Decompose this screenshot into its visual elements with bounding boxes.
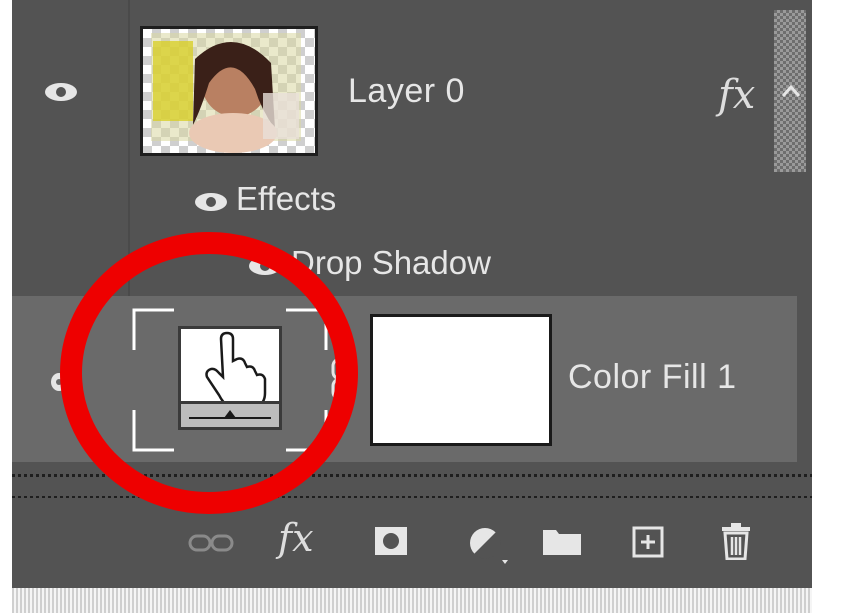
layer-mask-thumbnail[interactable]: [370, 314, 552, 446]
add-mask-icon[interactable]: [374, 526, 408, 561]
fx-icon[interactable]: fx: [278, 516, 314, 560]
fx-badge[interactable]: fx: [718, 72, 755, 118]
eye-icon[interactable]: [248, 256, 282, 276]
folder-icon[interactable]: [542, 526, 582, 561]
adjustment-slider-bar: [181, 401, 279, 427]
chain-link-icon[interactable]: [330, 356, 350, 402]
layer-row-layer0[interactable]: Layer 0 fx Effects Drop Shadow: [12, 0, 806, 281]
layers-toolbar: fx: [12, 498, 812, 588]
layer-name[interactable]: Layer 0: [348, 72, 465, 111]
eye-icon[interactable]: [44, 82, 78, 102]
trash-icon[interactable]: [720, 522, 752, 565]
new-layer-icon[interactable]: [632, 526, 664, 563]
hand-cursor-icon: [205, 331, 267, 409]
layer-thumbnail[interactable]: [140, 26, 318, 156]
link-layers-icon[interactable]: [188, 532, 234, 559]
effects-label[interactable]: Effects: [236, 180, 336, 218]
drop-shadow-label[interactable]: Drop Shadow: [291, 244, 491, 282]
chevron-up-icon[interactable]: [780, 82, 802, 100]
adjustment-layer-icon[interactable]: [468, 526, 510, 571]
adjustment-layer-thumbnail[interactable]: [178, 326, 282, 430]
panel-resize-edge[interactable]: [12, 588, 812, 613]
eye-icon[interactable]: [50, 372, 68, 392]
layer-name[interactable]: Color Fill 1: [568, 358, 736, 397]
separator: [12, 474, 812, 477]
eye-icon[interactable]: [194, 192, 228, 212]
